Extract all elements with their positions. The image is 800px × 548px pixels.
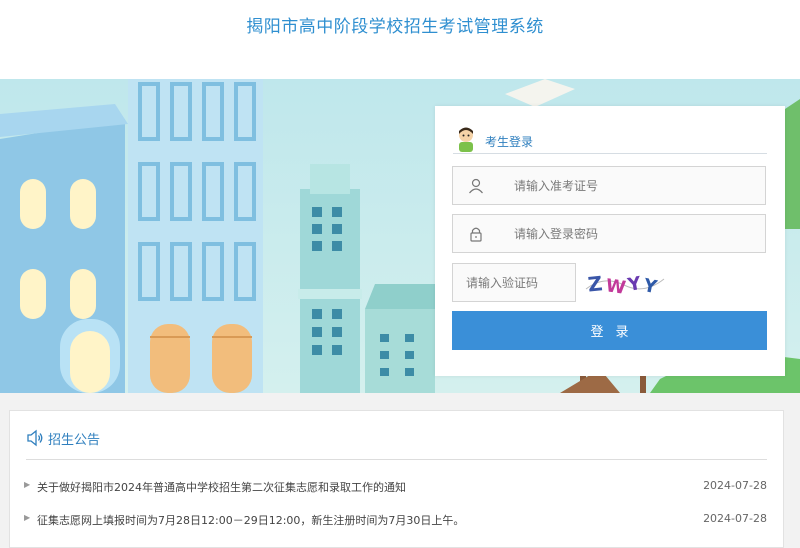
login-button[interactable]: 登录: [452, 311, 767, 350]
speaker-icon: [27, 429, 43, 447]
captcha-char-2: W: [604, 275, 627, 299]
login-title: 考生登录: [485, 135, 534, 149]
notice-item-date: 2024-07-28: [703, 512, 767, 525]
login-panel: 考生登录 Z W Y Y 登录: [435, 106, 785, 376]
captcha-image[interactable]: Z W Y Y: [584, 265, 666, 299]
notice-item-text[interactable]: 关于做好揭阳市2024年普通高中学校招生第二次征集志愿和录取工作的通知: [37, 479, 406, 495]
notice-item[interactable]: ▶ 关于做好揭阳市2024年普通高中学校招生第二次征集志愿和录取工作的通知 20…: [24, 476, 769, 498]
caret-right-icon: ▶: [24, 513, 31, 522]
caret-right-icon: ▶: [24, 480, 31, 489]
captcha-char-1: Z: [587, 271, 604, 296]
student-avatar-icon: [459, 127, 473, 152]
site-title: 揭阳市高中阶段学校招生考试管理系统: [246, 17, 544, 37]
exam-id-field: [452, 166, 766, 205]
user-icon: [453, 167, 499, 204]
notice-panel: 招生公告 ▶ 关于做好揭阳市2024年普通高中学校招生第二次征集志愿和录取工作的…: [9, 410, 784, 548]
captcha-field: [452, 263, 576, 302]
captcha-input[interactable]: [466, 273, 566, 293]
notice-item[interactable]: ▶ 征集志愿网上填报时间为7月28日12:00－29日12:00，新生注册时间为…: [24, 509, 769, 531]
notice-header: 招生公告: [26, 425, 767, 460]
lock-icon: [453, 215, 499, 252]
page-header: 揭阳市高中阶段学校招生考试管理系统: [0, 0, 800, 79]
password-input[interactable]: [514, 224, 754, 244]
login-header: 考生登录: [453, 124, 767, 154]
exam-id-input[interactable]: [514, 176, 754, 196]
notice-title: 招生公告: [48, 433, 101, 448]
notice-item-text[interactable]: 征集志愿网上填报时间为7月28日12:00－29日12:00，新生注册时间为7月…: [37, 512, 464, 528]
notice-item-date: 2024-07-28: [703, 479, 767, 492]
password-field: [452, 214, 766, 253]
